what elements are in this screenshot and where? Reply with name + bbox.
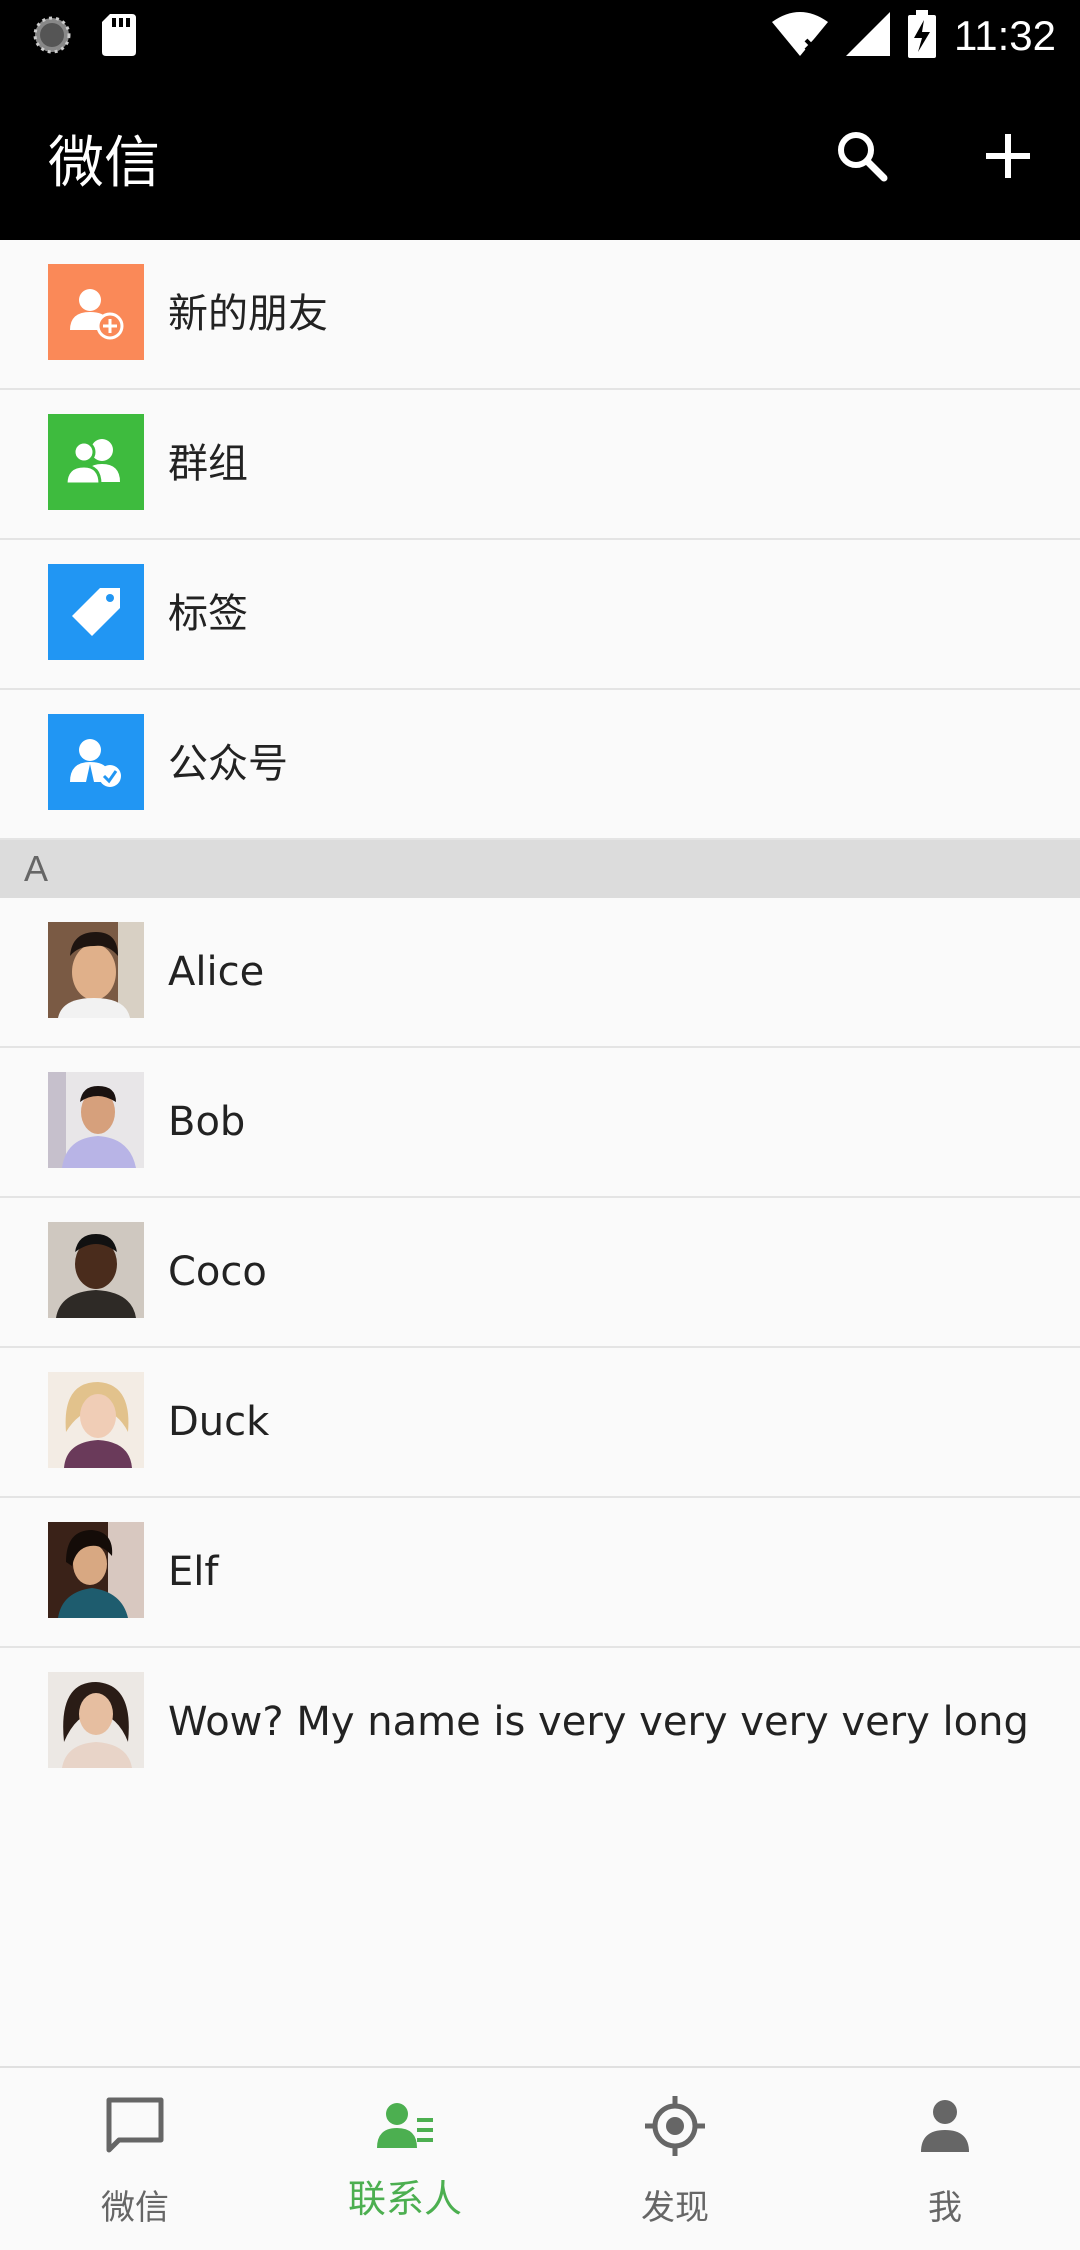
contact-name: Alice bbox=[168, 949, 265, 995]
chat-icon bbox=[103, 2094, 167, 2158]
avatar bbox=[48, 1372, 144, 1468]
contact-row[interactable]: Wow? My name is very very very very long bbox=[0, 1648, 1080, 1798]
contact-row[interactable]: Coco bbox=[0, 1198, 1080, 1348]
avatar bbox=[48, 1072, 144, 1168]
profile-icon bbox=[913, 2094, 977, 2158]
contact-row[interactable]: Duck bbox=[0, 1348, 1080, 1498]
nav-tab-chats[interactable]: 微信 bbox=[0, 2068, 270, 2250]
app-bar: 微信 bbox=[0, 74, 1080, 240]
section-header: A bbox=[0, 840, 1080, 898]
nav-tab-discover[interactable]: 发现 bbox=[540, 2068, 810, 2250]
add-friend-icon bbox=[48, 264, 144, 360]
menu-item-groups[interactable]: 群组 bbox=[0, 390, 1080, 540]
loading-icon bbox=[32, 15, 72, 59]
menu-item-label: 公众号 bbox=[168, 741, 288, 787]
menu-item-new-friends[interactable]: 新的朋友 bbox=[0, 240, 1080, 390]
contact-name: Bob bbox=[168, 1099, 246, 1145]
contacts-list: 新的朋友 群组 标签 公众号 A Alice Bob Coco Duck Elf… bbox=[0, 240, 1080, 1798]
nav-tab-me[interactable]: 我 bbox=[810, 2068, 1080, 2250]
contact-row[interactable]: Bob bbox=[0, 1048, 1080, 1198]
contact-name: Duck bbox=[168, 1399, 270, 1445]
menu-item-label: 新的朋友 bbox=[168, 291, 328, 337]
contact-row[interactable]: Elf bbox=[0, 1498, 1080, 1648]
search-icon bbox=[834, 128, 890, 188]
contact-name: Wow? My name is very very very very long bbox=[168, 1699, 1029, 1745]
menu-item-official-accounts[interactable]: 公众号 bbox=[0, 690, 1080, 840]
status-bar: 11:32 bbox=[0, 0, 1080, 74]
avatar bbox=[48, 1522, 144, 1618]
clock: 11:32 bbox=[954, 12, 1056, 59]
avatar bbox=[48, 1222, 144, 1318]
group-icon bbox=[48, 414, 144, 510]
nav-label: 微信 bbox=[101, 2188, 169, 2228]
nav-tab-contacts[interactable]: 联系人 bbox=[270, 2068, 540, 2250]
menu-item-tags[interactable]: 标签 bbox=[0, 540, 1080, 690]
plus-icon bbox=[984, 132, 1032, 184]
contact-row[interactable]: Alice bbox=[0, 898, 1080, 1048]
nav-label: 我 bbox=[928, 2188, 962, 2228]
avatar bbox=[48, 1672, 144, 1768]
add-button[interactable] bbox=[968, 118, 1048, 198]
tag-icon bbox=[48, 564, 144, 660]
contact-name: Elf bbox=[168, 1549, 219, 1595]
menu-item-label: 标签 bbox=[168, 591, 248, 637]
signal-icon bbox=[846, 12, 890, 60]
contact-name: Coco bbox=[168, 1249, 267, 1295]
battery-charging-icon bbox=[908, 10, 936, 62]
discover-icon bbox=[643, 2094, 707, 2158]
section-letter: A bbox=[24, 848, 49, 889]
search-button[interactable] bbox=[822, 118, 902, 198]
contacts-icon bbox=[373, 2094, 437, 2158]
nav-label: 发现 bbox=[641, 2188, 709, 2228]
app-title: 微信 bbox=[48, 131, 160, 196]
official-account-icon bbox=[48, 714, 144, 810]
menu-item-label: 群组 bbox=[168, 441, 248, 487]
avatar bbox=[48, 922, 144, 1018]
wifi-icon bbox=[772, 12, 828, 60]
sd-card-icon bbox=[102, 14, 136, 60]
nav-label: 联系人 bbox=[347, 2177, 462, 2221]
bottom-nav: 微信 联系人 发现 我 bbox=[0, 2066, 1080, 2248]
